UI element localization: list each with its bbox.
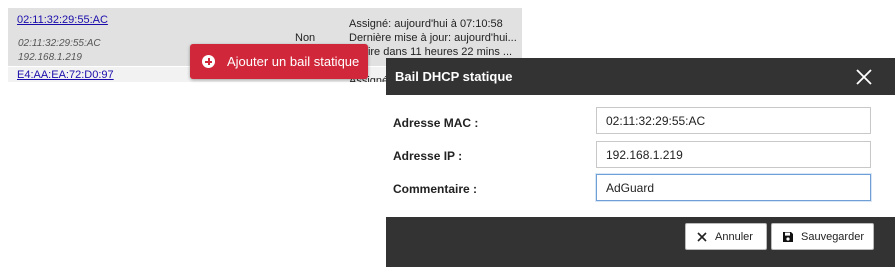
static-value: Non xyxy=(295,32,316,44)
mac-address-input[interactable] xyxy=(596,107,871,134)
close-icon xyxy=(856,69,872,85)
static-lease-dialog: Bail DHCP statique Adresse MAC : Adresse… xyxy=(386,58,895,267)
dialog-title: Bail DHCP statique xyxy=(395,69,513,84)
mac-link[interactable]: 02:11:32:29:55:AC xyxy=(17,14,108,26)
plus-circle-icon xyxy=(202,55,215,68)
ip-address-input[interactable] xyxy=(596,141,871,168)
close-button[interactable] xyxy=(854,67,874,87)
save-icon xyxy=(783,231,793,242)
cancel-label: Annuler xyxy=(715,230,753,243)
close-icon xyxy=(697,231,707,242)
add-static-lease-button[interactable]: Ajouter un bail statique xyxy=(190,44,368,79)
expires-text: Expire dans 11 heures 22 mins ... xyxy=(349,46,513,58)
ip-label: Adresse IP : xyxy=(393,149,463,163)
mac-link[interactable]: E4:AA:EA:72:D0:97 xyxy=(17,69,114,81)
add-static-lease-label: Ajouter un bail statique xyxy=(227,54,360,69)
updated-text: Dernière mise à jour: aujourd'hui... xyxy=(349,32,517,44)
comment-input[interactable] xyxy=(596,174,871,201)
save-button[interactable]: Sauvegarder xyxy=(771,223,874,250)
ip-subtext: 192.168.1.219 xyxy=(18,52,82,63)
assigned-text: Assigné: aujourd'hui à 07:10:58 xyxy=(349,18,503,30)
comment-label: Commentaire : xyxy=(393,182,478,196)
mac-label: Adresse MAC : xyxy=(393,116,479,130)
dialog-body: Adresse MAC : Adresse IP : Commentaire : xyxy=(386,95,895,217)
dialog-footer: Annuler Sauvegarder xyxy=(386,217,895,267)
cancel-button[interactable]: Annuler xyxy=(685,223,767,250)
dialog-header: Bail DHCP statique xyxy=(386,58,895,95)
save-label: Sauvegarder xyxy=(801,230,864,243)
mac-subtext: 02:11:32:29:55:AC xyxy=(18,38,101,49)
